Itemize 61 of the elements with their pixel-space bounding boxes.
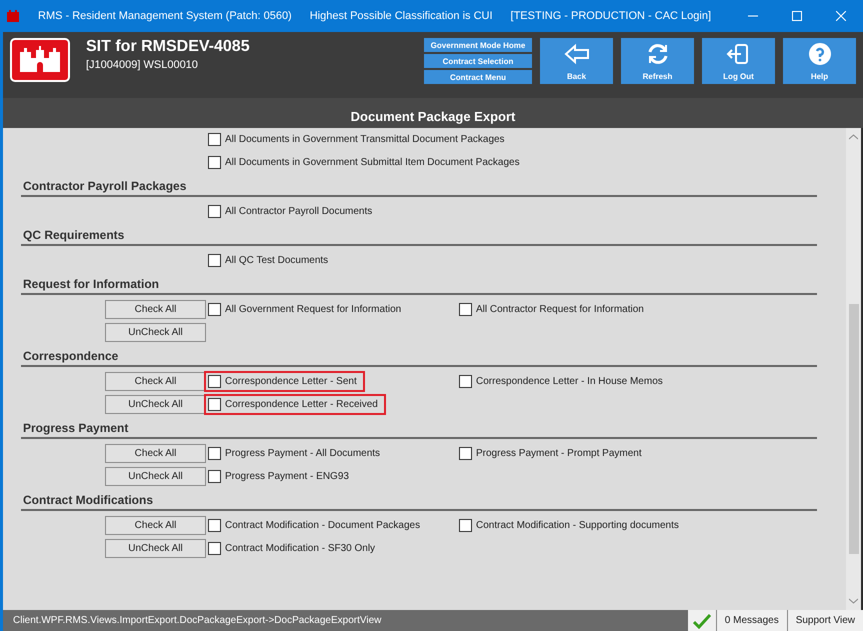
close-icon xyxy=(836,11,846,21)
checkbox[interactable] xyxy=(208,254,221,267)
checkbox[interactable] xyxy=(208,375,221,388)
checkbox[interactable] xyxy=(459,447,472,460)
checkbox-label: Correspondence Letter - In House Memos xyxy=(476,376,663,387)
checkbox[interactable] xyxy=(459,303,472,316)
checkbox-label: Contract Modification - Supporting documents xyxy=(476,520,679,531)
header-title: SIT for RMSDEV-4085 xyxy=(86,38,251,56)
uncheck-all-button[interactable]: UnCheck All xyxy=(105,323,206,342)
checkbox-label: All Government Request for Information xyxy=(225,304,402,315)
checkbox[interactable] xyxy=(208,470,221,483)
check-all-button[interactable]: Check All xyxy=(105,372,206,391)
checkbox-label: All Contractor Payroll Documents xyxy=(225,206,372,217)
checkbox[interactable] xyxy=(208,133,221,146)
section-title: QC Requirements xyxy=(21,223,817,246)
window-title: [TESTING - PRODUCTION - CAC Login] xyxy=(510,10,712,22)
checkbox[interactable] xyxy=(208,542,221,555)
uncheck-all-button[interactable]: UnCheck All xyxy=(105,539,206,558)
checkbox-label: Contract Modification - Document Packages xyxy=(225,520,420,531)
support-view-link[interactable]: Support View xyxy=(786,610,863,631)
checkbox[interactable] xyxy=(459,519,472,532)
checkbox-label: All Documents in Government Submittal Item Document Packages xyxy=(225,157,520,168)
scrollbar[interactable] xyxy=(846,128,861,610)
check-all-button[interactable]: Check All xyxy=(105,444,206,463)
checkbox-label: All QC Test Documents xyxy=(225,255,328,266)
section-title: Contract Modifications xyxy=(21,488,817,511)
checkbox[interactable] xyxy=(208,398,221,411)
checkbox-label: Progress Payment - All Documents xyxy=(225,448,380,459)
checkbox-label: Correspondence Letter - Received xyxy=(225,399,378,410)
checkbox-label: Progress Payment - ENG93 xyxy=(225,471,349,482)
checkbox-label: All Documents in Government Transmittal Document Packages xyxy=(225,134,505,145)
uncheck-all-button[interactable]: UnCheck All xyxy=(105,395,206,414)
uncheck-all-button[interactable]: UnCheck All xyxy=(105,467,206,486)
castle-logo xyxy=(10,38,70,82)
check-all-button[interactable]: Check All xyxy=(105,516,206,535)
window-title: Highest Possible Classification is CUI xyxy=(310,10,493,22)
checkbox-label: Correspondence Letter - Sent xyxy=(225,376,357,387)
page-title: Document Package Export xyxy=(3,98,863,128)
section-title: Correspondence xyxy=(21,344,817,367)
window-title: RMS - Resident Management System (Patch: 0560) xyxy=(38,10,292,22)
checkbox-label: All Contractor Request for Information xyxy=(476,304,644,315)
checkbox[interactable] xyxy=(459,375,472,388)
checkbox[interactable] xyxy=(208,519,221,532)
messages-count[interactable]: 0 Messages xyxy=(716,610,787,631)
check-all-button[interactable]: Check All xyxy=(105,300,206,319)
checkbox[interactable] xyxy=(208,447,221,460)
scroll-down-icon xyxy=(849,598,858,604)
section-title: Contractor Payroll Packages xyxy=(21,174,817,197)
checkbox[interactable] xyxy=(208,156,221,169)
scroll-up-icon xyxy=(849,134,858,140)
scroll-thumb[interactable] xyxy=(848,304,858,554)
view-path: Client.WPF.RMS.Views.ImportExport.DocPackageExport->DocPackageExportView xyxy=(12,615,382,626)
section-title: Progress Payment xyxy=(21,416,817,439)
checkbox-label: Progress Payment - Prompt Payment xyxy=(476,448,642,459)
section-title: Request for Information xyxy=(21,272,817,295)
checkbox-label: Contract Modification - SF30 Only xyxy=(225,543,376,554)
maximize-icon xyxy=(792,11,802,21)
header-subtitle: [J1004009] WSL00010 xyxy=(86,59,199,71)
checkbox[interactable] xyxy=(208,205,221,218)
checkbox[interactable] xyxy=(208,303,221,316)
left-arrow-icon xyxy=(562,42,590,66)
